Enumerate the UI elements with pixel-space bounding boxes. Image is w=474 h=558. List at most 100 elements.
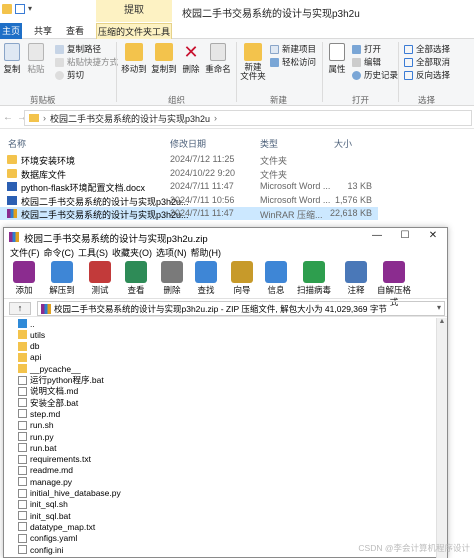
maximize-button[interactable]: ☐ xyxy=(391,228,419,245)
tool-button[interactable]: 删除 xyxy=(156,261,188,296)
minimize-button[interactable]: — xyxy=(363,228,391,245)
archive-item[interactable]: run.sh xyxy=(18,420,54,431)
easy-access-button[interactable]: 轻松访问 xyxy=(270,56,316,68)
close-button[interactable]: ✕ xyxy=(419,228,447,245)
chevron-down-icon[interactable]: ▾ xyxy=(437,303,441,312)
tab-view[interactable]: 查看 xyxy=(62,23,88,39)
archive-item[interactable]: step.md xyxy=(18,408,60,419)
menu-item[interactable]: 命令(C) xyxy=(44,246,75,259)
chevron-down-icon[interactable]: ▾ xyxy=(28,4,38,14)
file-row[interactable]: 校园二手书交易系统的设计与实现p3h2u... 2024/7/11 11:47 Wi… xyxy=(0,207,378,220)
tool-button[interactable]: 信息 xyxy=(260,261,292,296)
archive-item-name: run.sh xyxy=(30,420,54,431)
file-row[interactable]: 数据库文件 2024/10/22 9:20 文件夹 xyxy=(0,167,378,180)
copy-button[interactable]: 复制 xyxy=(2,43,22,75)
archive-item[interactable]: config.ini xyxy=(18,544,64,555)
archive-item[interactable]: db xyxy=(18,341,39,352)
archive-item[interactable]: run.bat xyxy=(18,442,56,453)
delete-button[interactable]: ✕ 删除 xyxy=(180,43,202,75)
paste-button[interactable]: 粘贴 xyxy=(26,43,46,75)
tab-compressed-tools[interactable]: 压缩的文件夹工具 xyxy=(96,23,172,39)
column-name[interactable]: 名称 xyxy=(8,137,26,150)
winrar-titlebar: 校园二手书交易系统的设计与实现p3h2u.zip — ☐ ✕ xyxy=(4,228,447,245)
scroll-up-icon[interactable]: ▲ xyxy=(437,318,447,325)
archive-item[interactable]: __pycache__ xyxy=(18,363,81,374)
move-to-button[interactable]: 移动到 xyxy=(120,43,148,75)
tool-button[interactable]: 注释 xyxy=(336,261,376,296)
paste-shortcut-icon xyxy=(55,57,64,67)
file-row[interactable]: 校园二手书交易系统的设计与实现p3h2u... 2024/7/11 10:56 Mi… xyxy=(0,194,378,207)
menu-item[interactable]: 帮助(H) xyxy=(191,246,222,259)
column-type[interactable]: 类型 xyxy=(260,137,278,150)
properties-button[interactable]: 属性 xyxy=(326,43,348,75)
menu-item[interactable]: 收藏夹(O) xyxy=(112,246,152,259)
tab-home[interactable]: 主页 xyxy=(0,23,22,39)
properties-icon[interactable] xyxy=(15,4,25,14)
folder-icon xyxy=(7,155,17,164)
tool-button[interactable]: 解压到 xyxy=(46,261,78,296)
context-tab-extract[interactable]: 提取 xyxy=(96,0,172,22)
tab-share[interactable]: 共享 xyxy=(30,23,56,39)
open-button[interactable]: 打开 xyxy=(352,43,381,55)
file-name: 数据库文件 xyxy=(21,169,67,180)
select-all-button[interactable]: 全部选择 xyxy=(404,43,450,55)
menu-item[interactable]: 选项(N) xyxy=(156,246,187,259)
archive-item-name: .. xyxy=(30,318,35,329)
watermark: CSDN @李会计算机程序设计 xyxy=(358,543,470,553)
invert-selection-button[interactable]: 反向选择 xyxy=(404,69,450,81)
up-folder-button[interactable]: ↑ xyxy=(9,302,31,315)
file-icon xyxy=(18,409,27,419)
new-folder-button[interactable]: 新建 文件夹 xyxy=(238,43,268,81)
archive-item[interactable]: requirements.txt xyxy=(18,454,91,465)
history-button[interactable]: 历史记录 xyxy=(352,69,398,81)
file-name: 校园二手书交易系统的设计与实现p3h2u... xyxy=(21,196,189,207)
rename-button[interactable]: 重命名 xyxy=(204,43,232,75)
tool-button[interactable]: 添加 xyxy=(8,261,40,296)
cut-button[interactable]: 剪切 xyxy=(55,69,84,81)
folder-icon[interactable] xyxy=(2,4,12,14)
file-icon xyxy=(18,454,27,464)
archive-item[interactable]: .. xyxy=(18,318,35,329)
tool-button[interactable]: 测试 xyxy=(84,261,116,296)
archive-item[interactable]: 说明文档.md xyxy=(18,386,78,397)
archive-item[interactable]: datatype_map.txt xyxy=(18,521,95,532)
archive-item[interactable]: init_sql.bat xyxy=(18,510,71,521)
vertical-scrollbar[interactable]: ▲ xyxy=(436,318,447,558)
tool-label: 删除 xyxy=(163,285,181,295)
tool-button[interactable]: 查看 xyxy=(120,261,152,296)
archive-item[interactable]: configs.yaml xyxy=(18,533,77,544)
file-row[interactable]: python-flask环境配置文档.docx 2024/7/11 11:47 Mi… xyxy=(0,180,378,193)
archive-item[interactable]: run.py xyxy=(18,431,54,442)
edit-button[interactable]: 编辑 xyxy=(352,56,381,68)
copy-to-button[interactable]: 复制到 xyxy=(150,43,178,75)
word-icon xyxy=(7,195,17,205)
file-row[interactable]: 环境安装环境 2024/7/12 11:25 文件夹 xyxy=(0,153,378,166)
tool-button[interactable]: 向导 xyxy=(226,261,258,296)
select-none-button[interactable]: 全部取消 xyxy=(404,56,450,68)
paste-shortcut-button[interactable]: 粘贴快捷方式 xyxy=(55,56,118,68)
archive-item[interactable]: 安装全部.bat xyxy=(18,397,78,408)
tool-button[interactable]: 扫描病毒 xyxy=(294,261,334,296)
archive-item[interactable]: init_sql.sh xyxy=(18,499,68,510)
archive-path-box[interactable]: 校园二手书交易系统的设计与实现p3h2u.zip - ZIP 压缩文件, 解包大… xyxy=(37,301,445,316)
archive-item[interactable]: readme.md xyxy=(18,465,73,476)
folder-icon xyxy=(18,352,27,362)
archive-item[interactable]: initial_hive_database.py xyxy=(18,488,121,499)
new-item-button[interactable]: 新建项目 xyxy=(270,43,316,55)
file-icon xyxy=(18,545,27,554)
menu-item[interactable]: 文件(F) xyxy=(10,246,40,259)
archive-item[interactable]: utils xyxy=(18,329,45,340)
tool-label: 查看 xyxy=(127,285,145,295)
archive-item[interactable]: manage.py xyxy=(18,476,72,487)
archive-item[interactable]: api xyxy=(18,352,41,363)
column-date[interactable]: 修改日期 xyxy=(170,137,206,150)
tool-icon xyxy=(265,261,287,283)
address-bar[interactable]: › 校园二手书交易系统的设计与实现p3h2u › xyxy=(24,110,472,126)
archive-item[interactable]: 运行python程序.bat xyxy=(18,375,104,386)
column-size[interactable]: 大小 xyxy=(334,137,352,150)
file-icon xyxy=(18,477,27,487)
menu-item[interactable]: 工具(S) xyxy=(78,246,108,259)
copy-path-button[interactable]: 复制路径 xyxy=(55,43,101,55)
tool-icon xyxy=(303,261,325,283)
tool-button[interactable]: 查找 xyxy=(190,261,222,296)
